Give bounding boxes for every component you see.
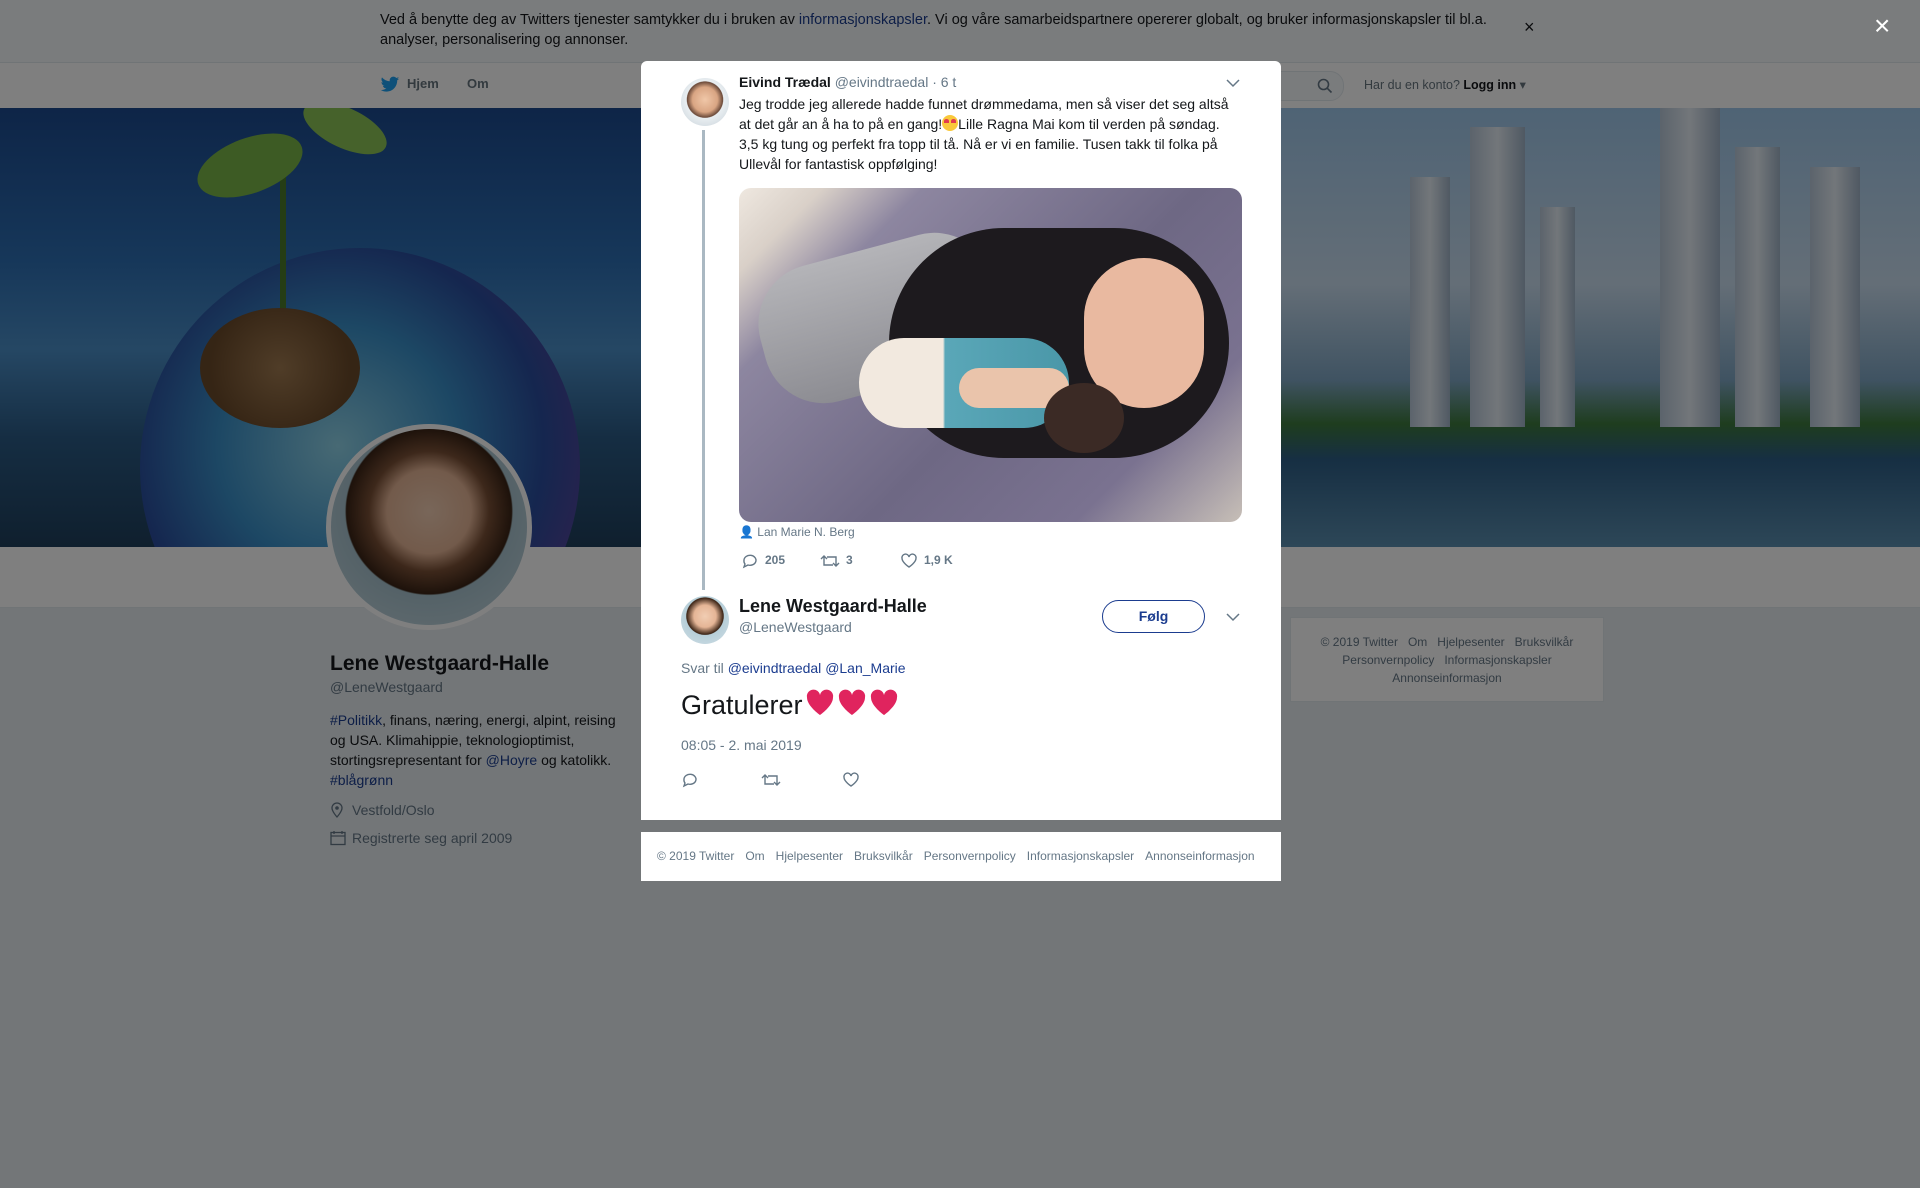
parent-tweet-handle[interactable]: @eivindtraedal (835, 74, 929, 90)
main-tweet-text: Gratulerer (681, 688, 899, 721)
chevron-down-icon[interactable] (1225, 612, 1241, 622)
parent-tweet-avatar[interactable] (681, 78, 729, 126)
main-tweet-date[interactable]: 08:05 - 2. mai 2019 (681, 737, 802, 753)
photo-tag[interactable]: 👤 Lan Marie N. Berg (739, 525, 855, 539)
heart-outline-icon (843, 772, 859, 787)
footer-link[interactable]: Bruksvilkår (854, 849, 913, 863)
parent-tweet-header: Eivind Trædal @eivindtraedal · 6 t (739, 74, 956, 90)
modal-close-button[interactable]: × (1874, 10, 1890, 42)
like-button[interactable] (842, 772, 860, 793)
photo-shape (1084, 258, 1204, 408)
reply-to-line: Svar til @eivindtraedal @Lan_Marie (681, 660, 906, 676)
reply-count: 205 (765, 553, 786, 568)
footer-link[interactable]: Om (745, 849, 764, 863)
footer-link[interactable]: Hjelpesenter (776, 849, 843, 863)
photo-tag-name: Lan Marie N. Berg (757, 525, 855, 539)
reply-to-label: Svar til (681, 660, 728, 676)
like-button[interactable]: 1,9 K (900, 553, 953, 569)
retweet-button[interactable]: 3 (820, 553, 853, 569)
reply-to-mention[interactable]: @Lan_Marie (825, 660, 905, 676)
red-heart-icon (838, 689, 865, 715)
chevron-down-icon[interactable] (1225, 78, 1241, 88)
reply-button[interactable] (681, 772, 699, 793)
thread-line (702, 130, 705, 590)
modal-footer: © 2019 Twitter Om Hjelpesenter Bruksvilkår P… (641, 832, 1281, 881)
reply-button[interactable]: 205 (741, 553, 785, 569)
like-count: 1,9 K (924, 553, 953, 568)
main-tweet-name[interactable]: Lene Westgaard-Halle (739, 596, 927, 617)
retweet-icon (820, 555, 840, 567)
red-heart-icon (806, 689, 833, 715)
main-tweet-avatar[interactable] (681, 596, 729, 644)
retweet-count: 3 (846, 553, 853, 568)
parent-tweet-time[interactable]: · 6 t (932, 74, 956, 90)
follow-button[interactable]: Følg (1102, 600, 1205, 633)
footer-link[interactable]: © 2019 Twitter (657, 849, 734, 863)
retweet-icon (761, 774, 781, 786)
parent-tweet-text: Jeg trodde jeg allerede hadde funnet drø… (739, 94, 1239, 174)
main-tweet-handle[interactable]: @LeneWestgaard (739, 619, 852, 635)
tweet-photo[interactable] (739, 188, 1242, 522)
footer-link[interactable]: Annonseinformasjon (1145, 849, 1254, 863)
footer-link[interactable]: Personvernpolicy (924, 849, 1016, 863)
heart-eyes-emoji-icon (942, 115, 959, 131)
heart-outline-icon (901, 553, 917, 568)
reply-icon (742, 554, 757, 569)
parent-tweet-name[interactable]: Eivind Trædal (739, 74, 831, 90)
main-tweet-text-content: Gratulerer (681, 690, 803, 720)
reply-to-mention[interactable]: @eivindtraedal (728, 660, 822, 676)
reply-icon (682, 773, 697, 788)
person-icon: 👤 (739, 525, 754, 539)
retweet-button[interactable] (761, 772, 781, 793)
photo-shape (1044, 383, 1124, 453)
footer-link[interactable]: Informasjonskapsler (1027, 849, 1134, 863)
red-heart-icon (870, 689, 897, 715)
